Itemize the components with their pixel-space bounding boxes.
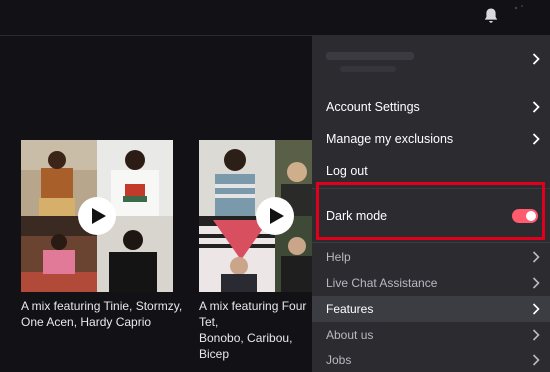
chevron-right-icon <box>532 303 540 315</box>
chevron-right-icon <box>532 53 540 65</box>
chevron-right-icon <box>532 133 540 145</box>
menu-item-account-settings[interactable]: Account Settings <box>312 92 550 122</box>
profile-sub-placeholder <box>340 66 396 72</box>
play-button[interactable] <box>78 197 116 235</box>
menu-item-manage-exclusions[interactable]: Manage my exclusions <box>312 124 550 154</box>
menu-item-live-chat[interactable]: Live Chat Assistance <box>312 270 550 296</box>
chevron-right-icon <box>532 354 540 366</box>
menu-item-label: Live Chat Assistance <box>326 276 438 290</box>
top-bar <box>0 0 550 36</box>
avatar-icon[interactable] <box>508 2 538 20</box>
menu-item-label: Account Settings <box>326 100 420 114</box>
menu-item-help[interactable]: Help <box>312 244 550 270</box>
play-icon <box>91 208 106 224</box>
chevron-right-icon <box>532 277 540 289</box>
profile-name-placeholder <box>326 52 414 60</box>
menu-item-about-us[interactable]: About us <box>312 322 550 348</box>
card-title[interactable]: A mix featuring Four Tet, Bonobo, Caribo… <box>199 298 312 362</box>
highlight-box <box>316 182 545 240</box>
play-icon <box>269 208 284 224</box>
menu-item-label: Jobs <box>326 353 352 367</box>
chevron-right-icon <box>532 251 540 263</box>
menu-item-features[interactable]: Features <box>312 296 550 322</box>
menu-item-label: Manage my exclusions <box>326 132 454 146</box>
play-button[interactable] <box>256 197 294 235</box>
bell-icon[interactable] <box>483 7 499 25</box>
divider <box>312 242 550 243</box>
mix-card-2[interactable] <box>199 140 312 292</box>
mix-card-1[interactable] <box>21 140 173 292</box>
menu-item-label: About us <box>326 328 374 342</box>
menu-item-label: Log out <box>326 164 368 178</box>
chevron-right-icon <box>532 101 540 113</box>
menu-item-jobs[interactable]: Jobs <box>312 348 550 372</box>
menu-item-label: Features <box>326 302 374 316</box>
card-title[interactable]: A mix featuring Tinie, Stormzy, One Acen… <box>21 298 186 330</box>
menu-item-label: Help <box>326 250 351 264</box>
chevron-right-icon <box>532 329 540 341</box>
profile-row[interactable] <box>312 36 550 87</box>
